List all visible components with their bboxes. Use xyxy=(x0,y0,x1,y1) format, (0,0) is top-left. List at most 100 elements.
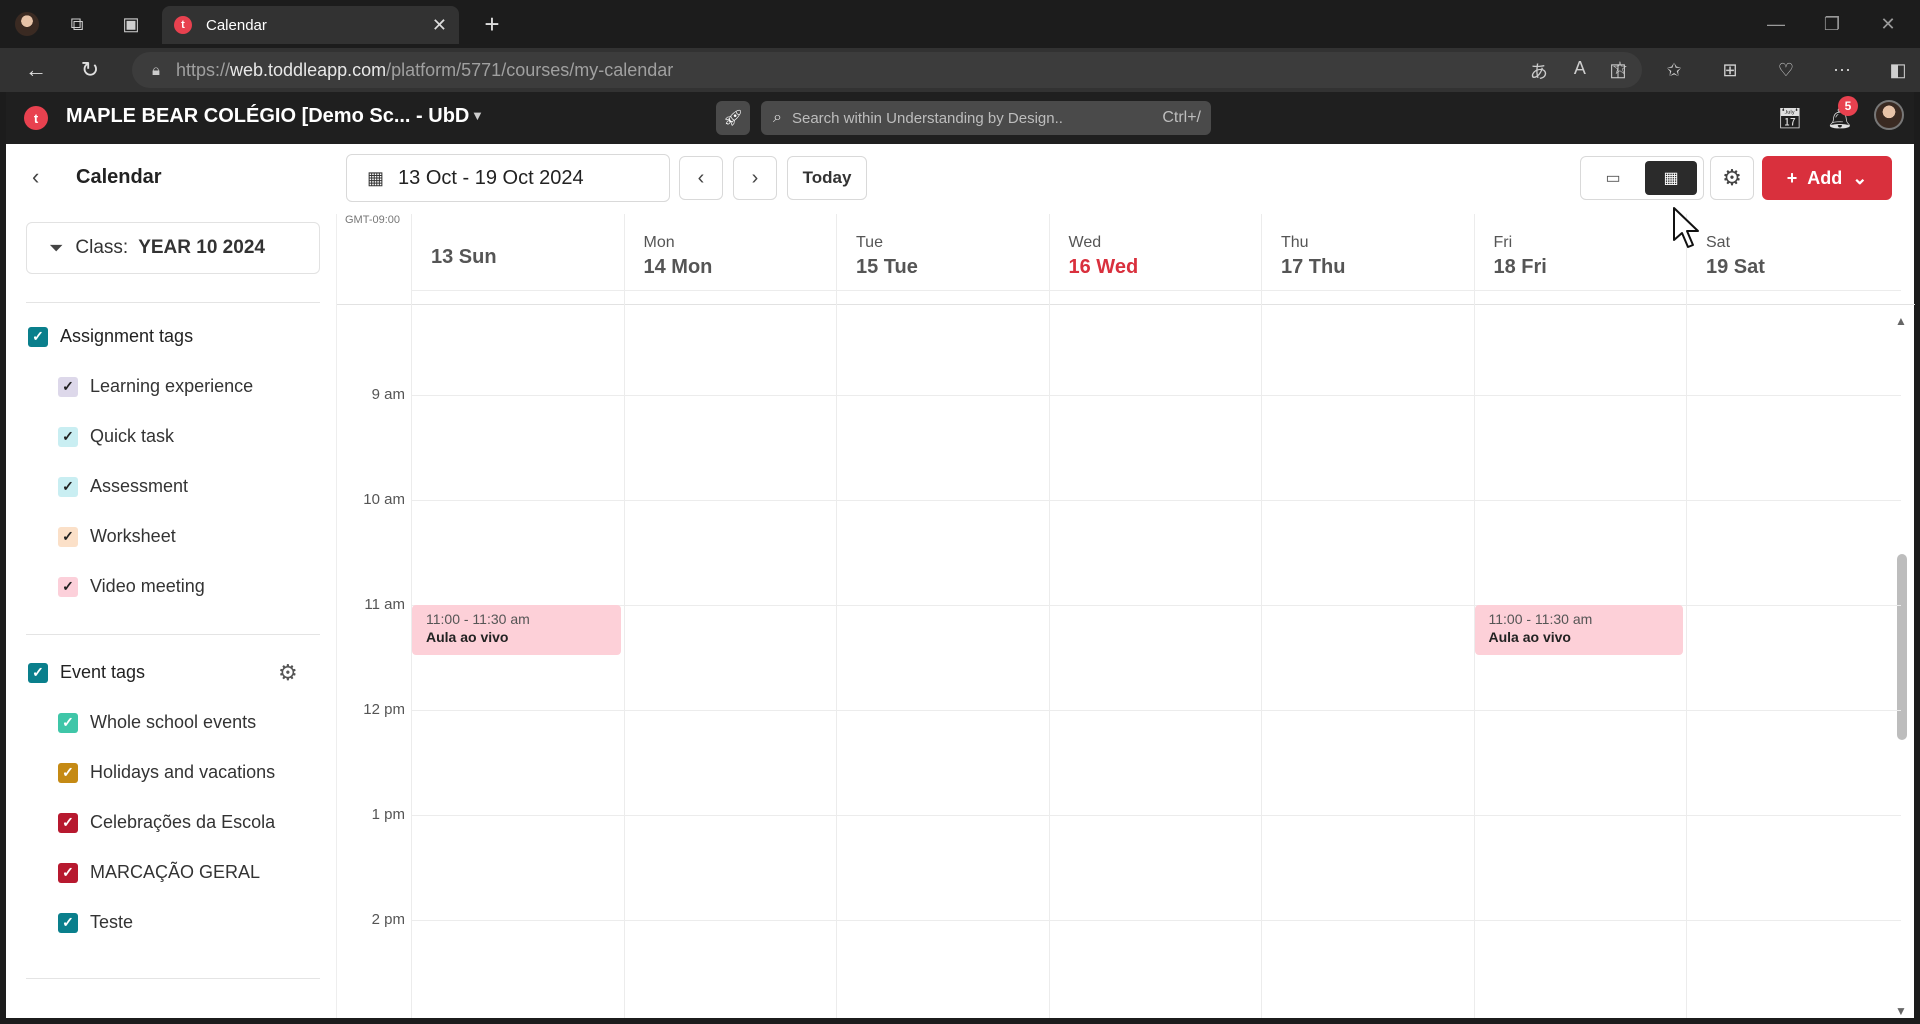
split-screen-icon[interactable]: ◫ xyxy=(1590,60,1646,81)
assignment-tag-item[interactable]: ✓ Assessment xyxy=(58,476,188,497)
calendar-icon: ▦ xyxy=(367,167,385,188)
user-avatar[interactable] xyxy=(1874,100,1904,130)
new-tab-icon[interactable]: + xyxy=(478,9,506,39)
url-field[interactable]: 🔒︎ https://web.toddleapp.com/platform/57… xyxy=(132,52,1642,88)
assignment-tag-item[interactable]: ✓ Video meeting xyxy=(58,576,205,597)
settings-button[interactable]: ⚙ xyxy=(1710,156,1754,200)
address-bar-row: ← ↻ 🔒︎ https://web.toddleapp.com/platfor… xyxy=(0,48,1920,92)
toddle-logo-icon[interactable]: t xyxy=(24,106,48,130)
plus-icon: + xyxy=(1786,167,1798,188)
back-chevron-icon[interactable]: ‹ xyxy=(32,164,39,190)
event-tag-item[interactable]: ✓ MARCAÇÃO GERAL xyxy=(58,862,260,883)
gear-icon: ⚙ xyxy=(1722,165,1742,190)
page-title: Calendar xyxy=(76,166,162,188)
prev-week-button[interactable]: ‹ xyxy=(679,156,723,200)
checkbox-checked-icon[interactable]: ✓ xyxy=(58,712,78,733)
assignment-tag-item[interactable]: ✓ Learning experience xyxy=(58,376,253,397)
event-tag-label: MARCAÇÃO GERAL xyxy=(90,862,261,882)
url-host: web.toddleapp.com xyxy=(230,59,387,80)
checkbox-checked-icon[interactable]: ✓ xyxy=(28,326,48,347)
browser-essentials-icon[interactable]: ♡ xyxy=(1758,60,1814,81)
restore-icon[interactable]: ❐ xyxy=(1812,10,1852,38)
tab-calendar[interactable]: t Calendar ✕ xyxy=(162,6,459,44)
url-path: /platform/5771/courses/my-calendar xyxy=(386,59,674,80)
scroll-down-icon[interactable]: ▼ xyxy=(1895,1004,1907,1018)
chevron-down-icon[interactable]: ▼ xyxy=(471,108,484,123)
hour-gridline xyxy=(411,710,1901,711)
event-tags-settings-icon[interactable]: ⚙ xyxy=(278,660,298,686)
divider xyxy=(26,302,320,303)
next-week-button[interactable]: › xyxy=(733,156,777,200)
checkbox-checked-icon[interactable]: ✓ xyxy=(58,576,78,597)
checkbox-checked-icon[interactable]: ✓ xyxy=(58,812,78,833)
calendar-icon[interactable]: 📅︎ xyxy=(1775,104,1805,132)
translate-icon[interactable]: あ xyxy=(1530,58,1548,84)
assignment-tag-item[interactable]: ✓ Worksheet xyxy=(58,526,176,547)
close-tab-icon[interactable]: ✕ xyxy=(432,15,447,36)
favorites-icon[interactable]: ✩ xyxy=(1646,60,1702,81)
day-column-divider xyxy=(1261,214,1262,1018)
profile-avatar-icon[interactable] xyxy=(12,10,42,38)
day-date: 14 Mon xyxy=(643,256,713,278)
calendar-event[interactable]: 11:00 - 11:30 am Aula ao vivo xyxy=(1474,605,1683,655)
event-title: Aula ao vivo xyxy=(1488,629,1571,645)
workspaces-icon[interactable]: ⧉ xyxy=(62,10,92,38)
day-date: 18 Fri xyxy=(1493,256,1547,278)
search-input[interactable]: ⌕ Search within Understanding by Design.… xyxy=(761,101,1211,135)
checkbox-checked-icon[interactable]: ✓ xyxy=(58,426,78,447)
refresh-icon[interactable]: ↻ xyxy=(74,56,106,84)
event-tag-label: Teste xyxy=(90,912,134,932)
checkbox-checked-icon[interactable]: ✓ xyxy=(58,912,78,933)
today-button[interactable]: Today xyxy=(787,156,867,200)
day-column-divider xyxy=(1686,214,1687,1018)
read-aloud-icon[interactable]: A xyxy=(1574,58,1586,84)
calendar-event[interactable]: 11:00 - 11:30 am Aula ao vivo xyxy=(412,605,621,655)
day-date: 16 Wed xyxy=(1068,256,1139,278)
assignment-tags-toggle[interactable]: ✓ Assignment tags xyxy=(28,326,193,347)
class-filter-label: Class: xyxy=(75,237,129,258)
event-tag-item[interactable]: ✓ Teste xyxy=(58,912,133,933)
event-tag-item[interactable]: ✓ Celebrações da Escola xyxy=(58,812,275,833)
hour-label: 12 pm xyxy=(363,701,405,718)
checkbox-checked-icon[interactable]: ✓ xyxy=(28,662,48,683)
add-label: Add xyxy=(1807,167,1843,188)
day-of-week: Fri xyxy=(1493,234,1513,251)
day-of-week: Sat xyxy=(1706,234,1731,251)
assignment-tag-label: Learning experience xyxy=(90,376,254,396)
checkbox-checked-icon[interactable]: ✓ xyxy=(58,762,78,783)
day-of-week: Tue xyxy=(856,234,883,251)
add-button[interactable]: + Add ⌄ xyxy=(1762,156,1892,200)
checkbox-checked-icon[interactable]: ✓ xyxy=(58,376,78,397)
sidebar-toggle-icon[interactable]: ◧ xyxy=(1870,60,1920,81)
window-close-icon[interactable]: ✕ xyxy=(1868,10,1908,38)
event-tags-toggle[interactable]: ✓ Event tags xyxy=(28,662,145,683)
vertical-tabs-icon[interactable]: ▣ xyxy=(116,10,146,38)
browser-back-icon[interactable]: ← xyxy=(20,56,52,84)
checkbox-checked-icon[interactable]: ✓ xyxy=(58,862,78,883)
assignment-tag-label: Quick task xyxy=(90,426,175,446)
date-range-picker[interactable]: ▦ 13 Oct - 19 Oct 2024 xyxy=(346,154,670,202)
school-title[interactable]: MAPLE BEAR COLÉGIO [Demo Sc... - UbD xyxy=(66,105,469,128)
hour-gridline xyxy=(411,500,1901,501)
minimize-icon[interactable]: — xyxy=(1756,10,1796,38)
class-filter[interactable]: ⏷ Class: YEAR 10 2024 xyxy=(26,222,320,274)
lock-icon: 🔒︎ xyxy=(152,61,160,79)
assignment-tags-label: Assignment tags xyxy=(60,326,194,346)
collections-icon[interactable]: ⊞ xyxy=(1702,60,1758,81)
event-tag-label: Whole school events xyxy=(90,712,257,732)
scrollbar-thumb[interactable] xyxy=(1897,554,1907,740)
more-options-icon[interactable]: ⋯ xyxy=(1814,60,1870,81)
day-view-icon[interactable]: ▭ xyxy=(1587,161,1639,195)
day-column-divider xyxy=(1048,214,1050,1018)
week-view-icon[interactable]: ▦ xyxy=(1645,161,1697,195)
event-tag-item[interactable]: ✓ Whole school events xyxy=(58,712,256,733)
event-time: 11:00 - 11:30 am xyxy=(1488,611,1593,627)
checkbox-checked-icon[interactable]: ✓ xyxy=(58,476,78,497)
browser-toolbar-icons: ◫ ✩ ⊞ ♡ ⋯ ◧ xyxy=(1590,60,1920,81)
search-icon: ⌕ xyxy=(773,109,782,126)
scroll-up-icon[interactable]: ▲ xyxy=(1895,314,1907,328)
rocket-icon[interactable]: 🚀︎ xyxy=(716,101,750,135)
event-tag-item[interactable]: ✓ Holidays and vacations xyxy=(58,762,275,783)
assignment-tag-item[interactable]: ✓ Quick task xyxy=(58,426,174,447)
checkbox-checked-icon[interactable]: ✓ xyxy=(58,526,78,547)
